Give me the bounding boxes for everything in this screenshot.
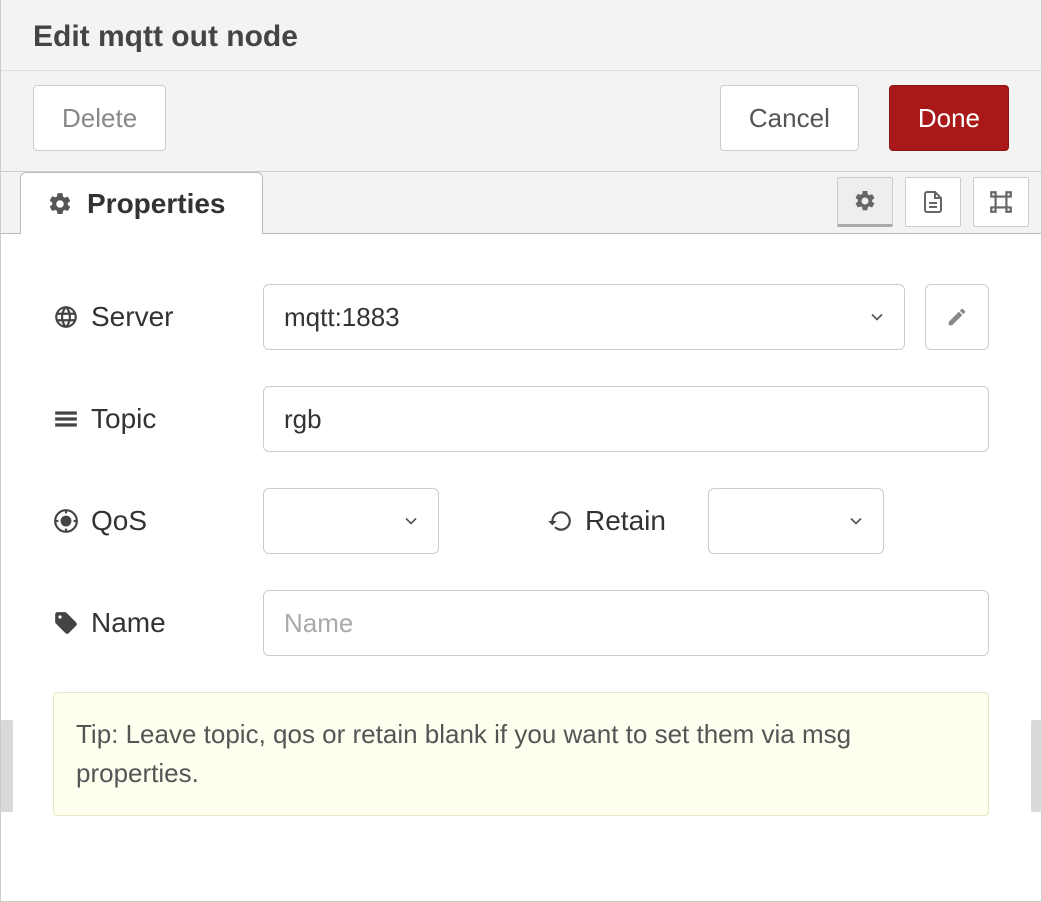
tab-icon-description[interactable]: [905, 177, 961, 227]
cancel-button[interactable]: Cancel: [720, 85, 859, 151]
retain-label: Retain: [585, 505, 666, 537]
server-label: Server: [91, 301, 173, 333]
topic-input[interactable]: [263, 386, 989, 452]
tip-message: Tip: Leave topic, qos or retain blank if…: [53, 692, 989, 816]
edit-node-panel: Edit mqtt out node Delete Cancel Done Pr…: [0, 0, 1042, 902]
scrollbar-left[interactable]: [1, 720, 13, 812]
appearance-icon: [988, 189, 1014, 215]
tab-properties-label: Properties: [87, 188, 226, 220]
retain-select[interactable]: [708, 488, 884, 554]
topic-icon: [53, 406, 79, 432]
properties-form: Server mqtt:1883: [1, 234, 1041, 836]
tabs-row: Properties: [1, 172, 1041, 234]
qos-icon: [53, 508, 79, 534]
panel-title: Edit mqtt out node: [1, 0, 1041, 71]
delete-button[interactable]: Delete: [33, 85, 166, 151]
field-name: Name: [53, 590, 989, 656]
tab-properties[interactable]: Properties: [20, 172, 263, 234]
topic-label: Topic: [91, 403, 156, 435]
tag-icon: [53, 610, 79, 636]
qos-label: QoS: [91, 505, 147, 537]
qos-select[interactable]: [263, 488, 439, 554]
pencil-icon: [946, 306, 968, 328]
edit-server-button[interactable]: [925, 284, 989, 350]
document-icon: [921, 190, 945, 214]
scrollbar-right[interactable]: [1031, 720, 1042, 812]
gear-icon: [853, 189, 877, 213]
tab-icon-settings[interactable]: [837, 177, 893, 227]
tab-icon-appearance[interactable]: [973, 177, 1029, 227]
field-server: Server mqtt:1883: [53, 284, 989, 350]
name-input[interactable]: [263, 590, 989, 656]
field-topic: Topic: [53, 386, 989, 452]
done-button[interactable]: Done: [889, 85, 1009, 151]
field-qos-retain: QoS Retain: [53, 488, 989, 554]
globe-icon: [53, 304, 79, 330]
gear-icon: [47, 191, 73, 217]
name-label: Name: [91, 607, 166, 639]
retain-icon: [547, 508, 573, 534]
server-select[interactable]: mqtt:1883: [263, 284, 905, 350]
panel-toolbar: Delete Cancel Done: [1, 71, 1041, 172]
